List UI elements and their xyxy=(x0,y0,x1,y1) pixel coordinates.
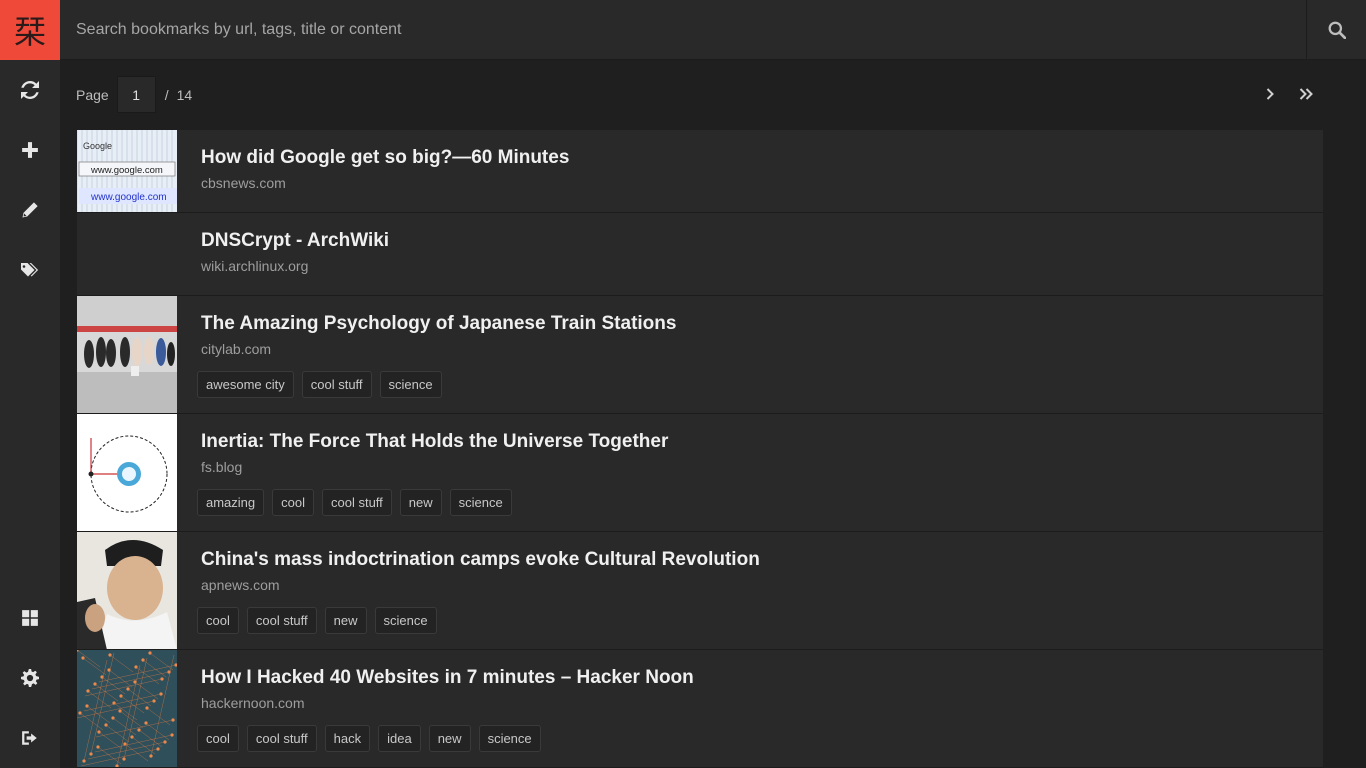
bookmark-thumbnail xyxy=(77,414,177,531)
next-page-button[interactable] xyxy=(1258,82,1282,106)
tag-chip[interactable]: science xyxy=(478,725,541,752)
grid-icon xyxy=(22,610,38,626)
tag-chip[interactable]: cool xyxy=(197,725,239,752)
tag-chip[interactable]: cool stuff xyxy=(246,607,317,634)
app-logo[interactable]: 栞 xyxy=(0,0,60,60)
last-page-button[interactable] xyxy=(1294,82,1318,106)
add-bookmark-button[interactable] xyxy=(0,120,60,180)
bookmark-url: cbsnews.com xyxy=(201,175,286,191)
bookmark-body: How I Hacked 40 Websites in 7 minutes – … xyxy=(177,650,694,767)
tag-chip[interactable]: cool xyxy=(272,489,314,516)
double-chevron-right-icon xyxy=(1299,88,1313,100)
refresh-button[interactable] xyxy=(0,60,60,120)
bookmark-title[interactable]: DNSCrypt - ArchWiki xyxy=(201,230,389,252)
bookmark-tags: amazing cool cool stuff new science xyxy=(197,489,668,516)
main-content: Page / 14 Google www.google.com www.google… xyxy=(60,60,1366,768)
refresh-icon xyxy=(21,81,39,99)
bookmark-item: DNSCrypt - ArchWiki wiki.archlinux.org xyxy=(77,213,1323,296)
bookmark-body: Inertia: The Force That Holds the Univer… xyxy=(177,414,668,531)
tag-chip[interactable]: new xyxy=(324,607,367,634)
edit-icon xyxy=(22,202,38,218)
page-total: 14 xyxy=(176,86,193,103)
bookmark-item: Inertia: The Force That Holds the Univer… xyxy=(77,414,1323,532)
tag-chip[interactable]: new xyxy=(399,489,442,516)
bookmark-url: apnews.com xyxy=(201,577,280,593)
bookmark-url: wiki.archlinux.org xyxy=(201,258,309,274)
logout-button[interactable] xyxy=(0,708,60,768)
search-button[interactable] xyxy=(1306,0,1366,60)
sidebar: 栞 xyxy=(0,0,60,768)
bookmark-thumbnail xyxy=(77,296,177,413)
bookmark-title[interactable]: China's mass indoctrination camps evoke … xyxy=(201,549,760,571)
bookmark-tags: cool cool stuff new science xyxy=(197,607,760,634)
bookmark-title[interactable]: The Amazing Psychology of Japanese Train… xyxy=(201,313,676,335)
bookmark-url: hackernoon.com xyxy=(201,695,305,711)
svg-text:Google: Google xyxy=(83,141,112,151)
tag-chip[interactable]: cool stuff xyxy=(322,489,392,516)
bookmark-list: Google www.google.com www.google.com How di… xyxy=(77,130,1323,768)
tag-chip[interactable]: science xyxy=(449,489,512,516)
bookmark-body: China's mass indoctrination camps evoke … xyxy=(177,532,760,649)
bookmark-item: Google www.google.com www.google.com How di… xyxy=(77,130,1323,213)
chevron-right-icon xyxy=(1266,88,1274,100)
tags-icon xyxy=(21,263,39,277)
page-separator: / xyxy=(164,86,169,103)
search-input[interactable] xyxy=(60,0,1306,60)
bookmark-url: citylab.com xyxy=(201,341,272,357)
bookmark-title[interactable]: How I Hacked 40 Websites in 7 minutes – … xyxy=(201,667,694,689)
bookmark-item: China's mass indoctrination camps evoke … xyxy=(77,532,1323,650)
settings-button[interactable] xyxy=(0,648,60,708)
svg-text:www.google.com: www.google.com xyxy=(90,165,163,176)
tag-chip[interactable]: science xyxy=(379,371,442,398)
add-icon xyxy=(22,142,38,158)
bookmark-thumbnail: Google www.google.com www.google.com xyxy=(77,130,177,212)
tag-chip[interactable]: amazing xyxy=(197,489,265,516)
tags-button[interactable] xyxy=(0,240,60,300)
tag-chip[interactable]: hack xyxy=(324,725,371,752)
tag-chip[interactable]: new xyxy=(428,725,471,752)
bookmark-tags: cool cool stuff hack idea new science xyxy=(197,725,694,752)
header xyxy=(60,0,1366,60)
logout-icon xyxy=(22,731,37,745)
bookmark-item: The Amazing Psychology of Japanese Train… xyxy=(77,296,1323,414)
bookmark-thumbnail xyxy=(77,650,177,767)
pagination: Page / 14 xyxy=(76,76,192,113)
page-label: Page xyxy=(76,86,109,103)
svg-text:www.google.com: www.google.com xyxy=(90,192,167,203)
bookmark-title[interactable]: Inertia: The Force That Holds the Univer… xyxy=(201,431,668,453)
settings-icon xyxy=(21,669,39,687)
bookmark-thumbnail xyxy=(77,213,177,295)
bookmark-body: The Amazing Psychology of Japanese Train… xyxy=(177,296,676,413)
grid-view-button[interactable] xyxy=(0,588,60,648)
bookmark-body: How did Google get so big?—60 Minutes cbs… xyxy=(177,130,569,212)
bookmark-tags: awesome city cool stuff science xyxy=(197,371,676,398)
tag-chip[interactable]: cool stuff xyxy=(246,725,317,752)
bookmark-body: DNSCrypt - ArchWiki wiki.archlinux.org xyxy=(177,213,389,295)
bookmark-thumbnail xyxy=(77,532,177,649)
search-icon xyxy=(1328,21,1346,39)
tag-chip[interactable]: cool stuff xyxy=(301,371,372,398)
edit-button[interactable] xyxy=(0,180,60,240)
tag-chip[interactable]: idea xyxy=(378,725,421,752)
bookmark-title[interactable]: How did Google get so big?—60 Minutes xyxy=(201,147,569,169)
tag-chip[interactable]: awesome city xyxy=(197,371,294,398)
tag-chip[interactable]: cool xyxy=(197,607,239,634)
bookmark-url: fs.blog xyxy=(201,459,243,475)
page-number-input[interactable] xyxy=(116,76,156,113)
bookmark-item: How I Hacked 40 Websites in 7 minutes – … xyxy=(77,650,1323,768)
tag-chip[interactable]: science xyxy=(374,607,437,634)
